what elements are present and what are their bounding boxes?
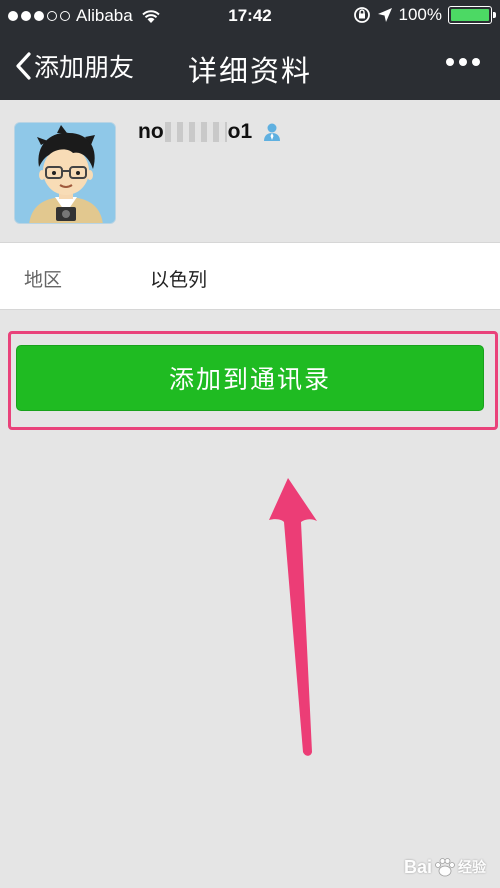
battery-icon [448, 6, 496, 24]
username: no o1 [138, 120, 282, 144]
watermark: Bai 经验 [404, 856, 486, 878]
paw-icon [435, 858, 455, 877]
region-value: 以色列 [150, 269, 208, 291]
username-prefix: no [138, 120, 164, 143]
nav-bar: 添加朋友 详细资料 [0, 32, 500, 100]
avatar[interactable] [14, 122, 116, 224]
status-right: 100% [353, 5, 496, 25]
pointer-arrow-icon [269, 478, 317, 756]
battery-percent: 100% [398, 5, 442, 24]
battery-fill [451, 9, 489, 21]
username-mosaic [164, 122, 227, 142]
rotation-lock-icon [353, 7, 370, 23]
region-row: 地区 以色列 [0, 242, 500, 310]
person-icon [264, 123, 281, 141]
add-to-contacts-button[interactable]: 添加到通讯录 [16, 345, 484, 411]
page-title: 详细资料 [187, 54, 312, 88]
cartoon-avatar-icon [15, 123, 115, 223]
location-arrow-icon [377, 8, 392, 22]
profile-header: no o1 [0, 100, 500, 240]
watermark-suffix: 经验 [458, 859, 486, 875]
region-label: 地区 [24, 269, 63, 291]
more-dots-icon[interactable] [446, 58, 480, 66]
username-suffix: o1 [227, 120, 253, 143]
status-bar: Alibaba 17:42 100% [0, 0, 500, 32]
watermark-text: Bai [403, 856, 432, 877]
